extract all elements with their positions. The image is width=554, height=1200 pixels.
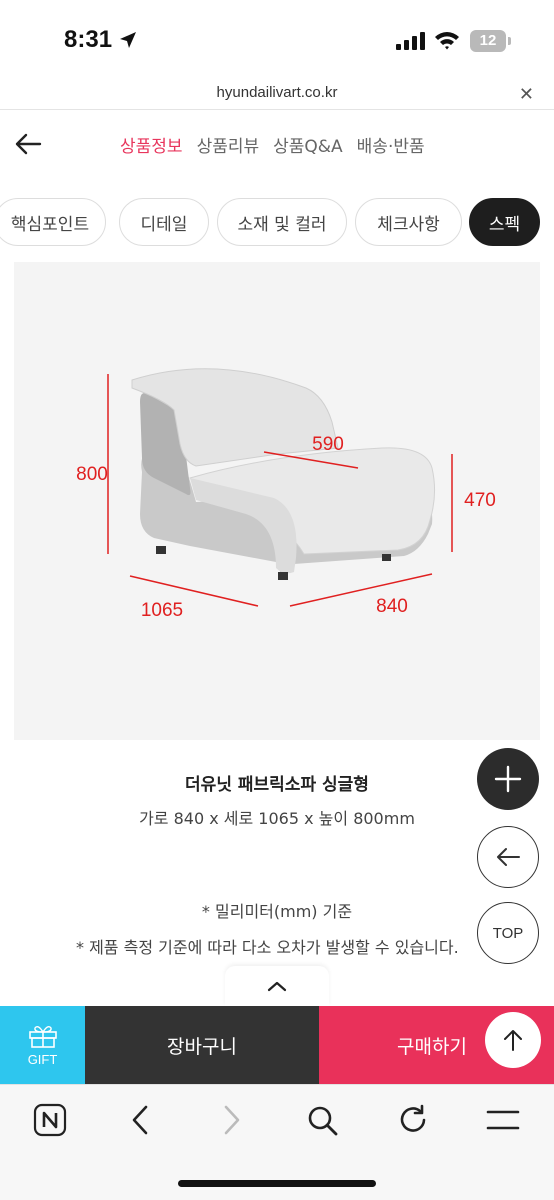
dim-length-label: 1065 xyxy=(141,600,183,621)
status-bar: 8:31 12 xyxy=(0,0,554,80)
back-arrow-icon[interactable] xyxy=(14,132,42,156)
refresh-icon[interactable] xyxy=(396,1103,430,1137)
gift-label: GIFT xyxy=(27,1051,58,1067)
home-indicator xyxy=(178,1180,376,1187)
back-button[interactable] xyxy=(477,826,539,888)
status-time: 8:31 xyxy=(64,26,113,53)
top-nav: 상품정보 상품리뷰 상품Q&A 배송·반품 xyxy=(0,112,554,178)
search-icon[interactable] xyxy=(305,1103,339,1137)
location-arrow-icon xyxy=(120,32,136,48)
product-size: 가로 840 x 세로 1065 x 높이 800mm xyxy=(139,809,415,828)
arrow-up-icon xyxy=(504,1030,522,1051)
browser-back-icon[interactable] xyxy=(124,1103,158,1137)
section-chip-row: 핵심포인트 디테일 소재 및 컬러 체크사항 스펙 xyxy=(0,198,554,248)
battery-icon: 12 xyxy=(470,30,506,52)
tab-reviews[interactable]: 상품리뷰 xyxy=(197,132,260,157)
chip-material-color[interactable]: 소재 및 컬러 xyxy=(217,198,347,246)
plus-icon xyxy=(494,765,522,793)
close-icon[interactable]: ✕ xyxy=(519,84,534,105)
buy-now-label: 구매하기 xyxy=(397,1035,467,1058)
sofa-illustration: 800 590 470 1065 840 xyxy=(76,368,496,621)
dim-width-label: 840 xyxy=(376,596,408,617)
product-dimension-image: 800 590 470 1065 840 xyxy=(14,262,540,740)
dim-height-label: 800 xyxy=(76,464,108,485)
tab-qna[interactable]: 상품Q&A xyxy=(273,132,343,157)
tab-product-info[interactable]: 상품정보 xyxy=(120,132,183,157)
dim-seat-depth-label: 590 xyxy=(312,434,344,455)
add-to-cart-button[interactable]: 장바구니 xyxy=(85,1006,319,1084)
unit-note: * 밀리미터(mm) 기준 xyxy=(201,902,353,921)
chevron-up-icon xyxy=(267,981,287,992)
tab-shipping-returns[interactable]: 배송·반품 xyxy=(357,132,425,157)
wifi-icon xyxy=(435,32,459,50)
product-title: 더유닛 패브릭소파 싱글형 xyxy=(185,775,369,795)
chip-checklist[interactable]: 체크사항 xyxy=(355,198,462,246)
signal-icon xyxy=(396,32,425,50)
nav-tabs: 상품정보 상품리뷰 상품Q&A 배송·반품 xyxy=(120,132,425,157)
dim-seat-height-label: 470 xyxy=(464,490,496,511)
scroll-up-button[interactable] xyxy=(485,1012,541,1068)
chip-key-points[interactable]: 핵심포인트 xyxy=(0,198,106,246)
menu-icon[interactable] xyxy=(486,1103,520,1137)
gift-button[interactable]: GIFT xyxy=(0,1006,85,1084)
back-arrow-icon xyxy=(497,848,520,866)
buy-now-button[interactable]: 구매하기 xyxy=(319,1006,554,1084)
naver-home-icon[interactable] xyxy=(33,1103,67,1137)
expand-menu-button[interactable] xyxy=(477,748,539,810)
tolerance-note: * 제품 측정 기준에 따라 다소 오차가 발생할 수 있습니다. xyxy=(76,938,459,957)
collapse-tab[interactable] xyxy=(225,966,329,1006)
chip-detail[interactable]: 디테일 xyxy=(119,198,209,246)
chip-spec[interactable]: 스펙 xyxy=(469,198,540,246)
battery-tip xyxy=(508,37,511,45)
browser-forward-icon[interactable] xyxy=(214,1103,248,1137)
url-text[interactable]: hyundailivart.co.kr xyxy=(0,84,554,101)
url-bar[interactable]: hyundailivart.co.kr ✕ xyxy=(0,80,554,110)
purchase-bar: GIFT 장바구니 구매하기 xyxy=(0,1006,554,1084)
dim-line-width xyxy=(289,573,433,607)
gift-icon xyxy=(28,1025,57,1048)
scroll-top-button[interactable]: TOP xyxy=(477,902,539,964)
